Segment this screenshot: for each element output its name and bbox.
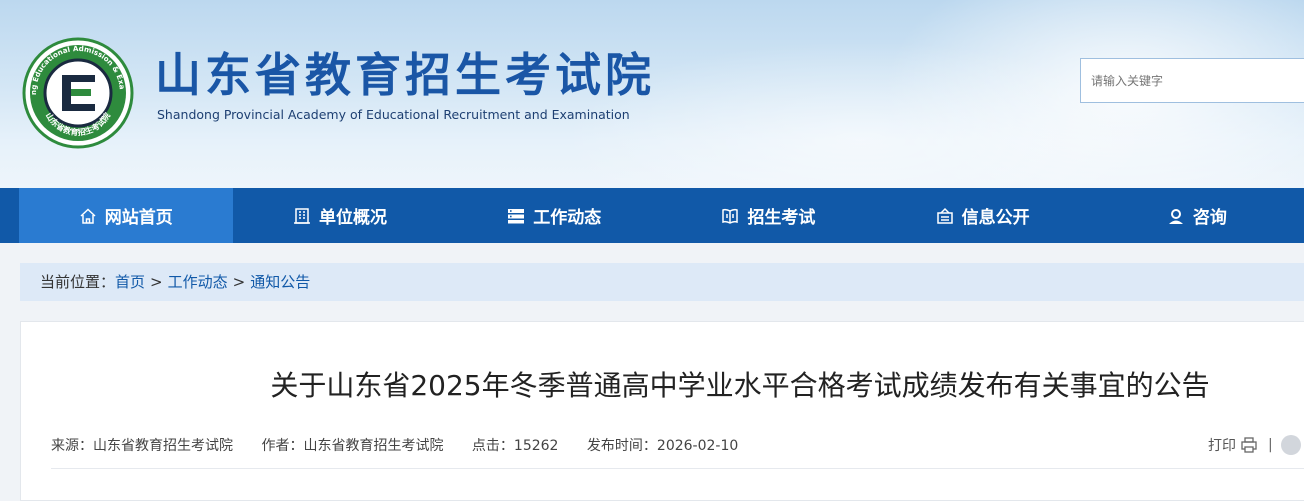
clicks-label: 点击： — [471, 438, 514, 454]
print-button[interactable]: 打印 — [1208, 435, 1258, 455]
site-header: Shandong Educational Admission & Examina… — [0, 0, 1304, 188]
nav-item-admissions[interactable]: 招生考试 — [661, 188, 875, 243]
share-icon[interactable] — [1280, 435, 1301, 455]
home-icon — [79, 207, 97, 225]
source-label: 来源： — [51, 438, 93, 454]
nav-item-label: 招生考试 — [747, 208, 816, 228]
date-label: 发布时间： — [586, 438, 657, 454]
print-label: 打印 — [1208, 438, 1236, 454]
nav-item-home[interactable]: 网站首页 — [18, 188, 233, 243]
date-value: 2026-02-10 — [656, 438, 739, 454]
nav-item-about[interactable]: 单位概况 — [233, 188, 447, 243]
breadcrumb-prefix: 当前位置： — [40, 273, 116, 291]
nav-spacer — [0, 188, 19, 243]
breadcrumb: 当前位置：首页 > 工作动态 > 通知公告 — [20, 263, 1304, 301]
site-subtitle: Shandong Provincial Academy of Education… — [157, 107, 630, 122]
breadcrumb-separator: > — [150, 273, 163, 291]
breadcrumb-news-link[interactable]: 工作动态 — [168, 273, 228, 291]
consult-icon — [1167, 207, 1185, 225]
article-meta: 来源：山东省教育招生考试院 作者：山东省教育招生考试院 点击：15262 发布时… — [51, 435, 762, 455]
nav-item-label: 单位概况 — [318, 208, 387, 228]
site-title[interactable]: 山东省教育招生考试院 — [155, 46, 655, 104]
author-field: 作者：山东省教育招生考试院 — [261, 438, 443, 454]
nav-item-label: 信息公开 — [961, 208, 1030, 228]
author-value: 山东省教育招生考试院 — [303, 438, 444, 454]
article-title: 关于山东省2025年冬季普通高中学业水平合格考试成绩发布有关事宜的公告 — [270, 369, 1210, 402]
nav-item-consult[interactable]: 咨询 — [1090, 188, 1304, 243]
nav-item-label: 工作动态 — [533, 208, 602, 228]
list-icon — [507, 207, 525, 225]
date-field: 发布时间：2026-02-10 — [587, 438, 738, 454]
nav-item-label: 咨询 — [1192, 208, 1227, 228]
building-icon — [293, 207, 311, 225]
nav-item-news[interactable]: 工作动态 — [447, 188, 661, 243]
book-icon — [721, 207, 739, 225]
printer-icon — [1240, 437, 1258, 453]
breadcrumb-notice-link[interactable]: 通知公告 — [250, 273, 310, 291]
source-value: 山东省教育招生考试院 — [93, 438, 233, 454]
article-tools: 打印 | — [1208, 435, 1301, 455]
clicks-value: 15262 — [513, 438, 559, 454]
clicks-field: 点击：15262 — [472, 438, 559, 454]
tools-separator: | — [1268, 437, 1273, 453]
main-nav: 网站首页 单位概况 工作动态 招生考试 信息公开 咨询 — [0, 188, 1304, 243]
info-box-icon — [936, 207, 954, 225]
site-logo-emblem[interactable]: Shandong Educational Admission & Examina… — [18, 30, 134, 149]
author-label: 作者： — [261, 438, 304, 454]
nav-item-label: 网站首页 — [104, 208, 173, 228]
search-input[interactable] — [1080, 58, 1304, 103]
nav-item-disclosure[interactable]: 信息公开 — [876, 188, 1090, 243]
meta-divider — [51, 468, 1304, 469]
article-card: 关于山东省2025年冬季普通高中学业水平合格考试成绩发布有关事宜的公告 来源：山… — [20, 321, 1304, 501]
breadcrumb-home-link[interactable]: 首页 — [115, 273, 145, 291]
breadcrumb-separator: > — [232, 273, 246, 291]
source-field: 来源：山东省教育招生考试院 — [51, 438, 233, 454]
